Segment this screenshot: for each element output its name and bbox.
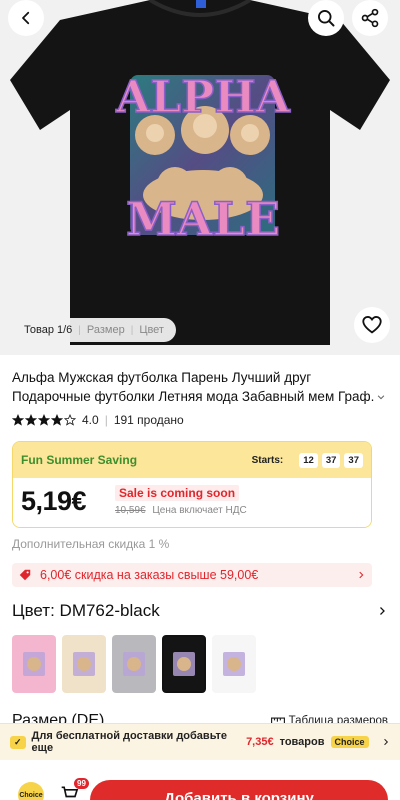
tab-color[interactable]: Цвет [139, 324, 164, 336]
color-option-gray[interactable] [112, 635, 156, 693]
star-filled-icon [25, 414, 37, 426]
promo-name: Fun Summer Saving [21, 453, 138, 467]
rating-row[interactable]: 4.0 | 191 продано [12, 413, 184, 427]
cart-count-badge: 99 [74, 778, 89, 789]
cat-print-thumbnail [73, 652, 95, 676]
chevron-right-icon [359, 571, 364, 579]
chevron-down-icon[interactable] [376, 392, 386, 402]
color-label: Цвет: DM762-black [12, 601, 160, 620]
gallery-counter: Товар 1/6 [24, 324, 73, 336]
cat-print-thumbnail [123, 652, 145, 676]
extra-discount: Дополнительная скидка 1 % [12, 537, 170, 551]
cat-print-thumbnail [173, 652, 195, 676]
shipping-prefix: Для бесплатной доставки добавьте еще [31, 730, 227, 754]
old-price: 10,59€ [115, 505, 146, 516]
star-filled-icon [12, 414, 24, 426]
coupon-text: 6,00€ скидка на заказы свыше 59,00€ [40, 568, 259, 582]
shipping-suffix: товаров [279, 736, 325, 748]
coupon-banner[interactable]: 6,00€ скидка на заказы свыше 59,00€ [12, 563, 372, 587]
color-option-white[interactable] [212, 635, 256, 693]
chevron-right-icon [383, 738, 388, 746]
free-shipping-bar[interactable]: ✓ Для бесплатной доставки добавьте еще 7… [0, 723, 400, 760]
color-option-cream[interactable] [62, 635, 106, 693]
bottom-action-bar: Choice 99 Добавить в корзину [0, 760, 400, 800]
tab-size[interactable]: Размер [87, 324, 125, 336]
print-alpha-text: ALPHA [115, 72, 291, 123]
timer-minutes: 37 [321, 452, 341, 468]
star-filled-icon [38, 414, 50, 426]
promo-box: Fun Summer Saving Starts: 12 37 37 5,19€… [12, 441, 372, 528]
color-option-black[interactable] [162, 635, 206, 693]
sold-count: 191 продано [113, 413, 184, 427]
back-button[interactable] [8, 0, 44, 36]
color-option-pink[interactable] [12, 635, 56, 693]
old-price-line: 10,59€ Цена включает НДС [115, 505, 247, 516]
chevron-right-icon [380, 607, 385, 615]
cat-print-thumbnail [223, 652, 245, 676]
promo-timer: Starts: 12 37 37 [251, 452, 363, 468]
pager-divider: | [78, 324, 81, 336]
star-empty-icon [64, 414, 76, 426]
product-gallery[interactable]: ALPHA MALE Товар 1/6 | Размер | Цвет [0, 0, 400, 355]
timer-label: Starts: [251, 454, 284, 466]
share-button[interactable] [352, 0, 388, 36]
cart-button[interactable]: 99 [60, 778, 89, 800]
color-selector-header[interactable]: Цвет: DM762-black [12, 601, 388, 621]
tshirt-image: ALPHA MALE [10, 0, 390, 345]
chevron-left-icon [22, 11, 30, 25]
star-filled-icon [51, 414, 63, 426]
choice-tag: Choice [330, 736, 369, 748]
vat-note: Цена включает НДС [152, 505, 247, 516]
search-button[interactable] [308, 0, 344, 36]
choice-badge[interactable]: Choice [18, 782, 44, 800]
rating-stars [12, 414, 76, 426]
rating-value: 4.0 [82, 413, 99, 427]
choice-icon: ✓ [10, 735, 26, 749]
tag-icon [19, 569, 31, 581]
timer-hours: 12 [299, 452, 318, 468]
heart-icon [362, 316, 382, 334]
gallery-pager[interactable]: Товар 1/6 | Размер | Цвет [12, 318, 176, 342]
add-to-cart-button[interactable]: Добавить в корзину [90, 780, 388, 800]
wishlist-button[interactable] [354, 307, 390, 343]
pager-divider: | [130, 324, 134, 336]
shipping-amount: 7,35€ [246, 736, 274, 748]
product-title-line: Альфа Мужская футболка Парень Лучший дру… [12, 370, 312, 385]
current-price: 5,19€ [21, 486, 87, 516]
print-male-text: MALE [126, 192, 280, 246]
share-icon [361, 8, 379, 28]
product-title-line: Подарочные футболки Летняя мода Забавный… [12, 389, 375, 404]
sale-status: Sale is coming soon [115, 485, 240, 501]
timer-seconds: 37 [344, 452, 363, 468]
product-title[interactable]: Альфа Мужская футболка Парень Лучший дру… [12, 368, 388, 406]
rating-divider: | [104, 413, 108, 427]
cat-print-thumbnail [23, 652, 45, 676]
search-icon [318, 10, 335, 27]
color-options [12, 635, 256, 693]
